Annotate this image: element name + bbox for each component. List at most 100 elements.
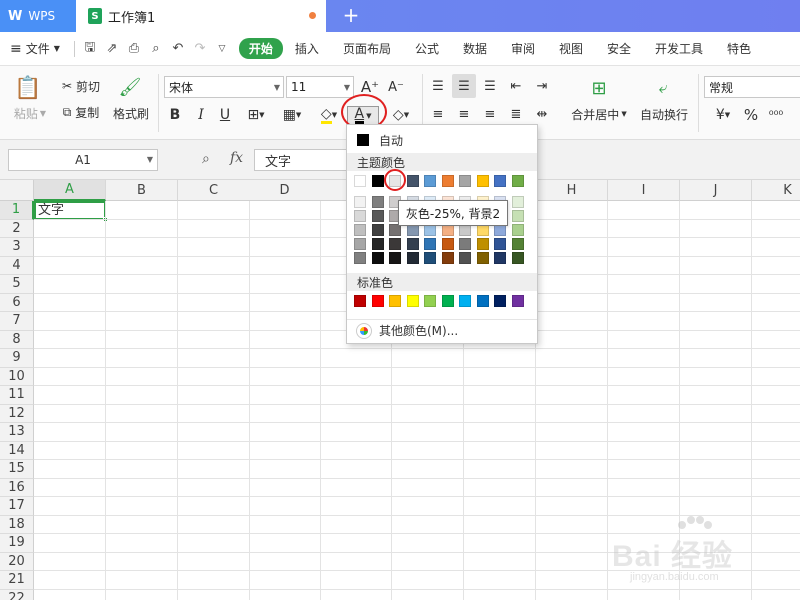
merge-center-button[interactable]: 合并居中 ▼ [566,104,632,124]
clear-format-icon[interactable]: ◇ ▼ [386,104,416,126]
distributed-icon[interactable]: ⇹ [532,104,552,124]
copy-button[interactable]: ⧉ 复制 [56,102,106,122]
undo-icon[interactable]: ↶ [167,41,189,56]
thousands-separator-icon[interactable]: ⁰⁰⁰ [766,104,786,126]
standard-color-swatch[interactable] [424,295,436,307]
theme-color-swatch[interactable] [389,175,401,187]
justify-icon[interactable]: ≣ [506,104,526,124]
align-top-icon[interactable]: ☰ [428,76,448,96]
row-header-3[interactable]: 3 [0,238,34,257]
underline-icon[interactable]: U [216,104,234,126]
tab-insert[interactable]: 插入 [283,40,331,57]
theme-shade-swatch[interactable] [371,238,384,250]
row-header-7[interactable]: 7 [0,312,34,331]
font-size-select[interactable]: 11 ▼ [286,76,354,98]
theme-shade-swatch[interactable] [424,252,436,264]
theme-shade-swatch[interactable] [459,252,471,264]
zoom-icon[interactable]: ⌕ [202,151,210,167]
borders-icon[interactable]: ⊞ ▼ [240,104,272,126]
theme-shade-swatch[interactable] [494,252,506,264]
currency-icon[interactable]: ¥ ▼ [706,104,740,126]
row-header-11[interactable]: 11 [0,386,34,405]
column-header-b[interactable]: B [106,180,178,201]
wrap-text-button[interactable]: 自动换行 [636,104,692,124]
theme-shade-swatch[interactable] [511,224,524,236]
row-header-2[interactable]: 2 [0,219,34,238]
cut-button[interactable]: ✂ 剪切 [56,76,106,96]
align-bottom-icon[interactable]: ☰ [480,76,500,96]
theme-color-swatch[interactable] [424,175,436,187]
auto-color-item[interactable]: 自动 [347,129,537,151]
select-all-corner[interactable] [0,180,34,201]
tab-home[interactable]: 开始 [238,38,283,59]
function-icon[interactable]: fx [230,150,243,166]
theme-shade-swatch[interactable] [354,224,366,236]
name-box[interactable]: A1 ▼ [8,149,158,171]
cell-style-icon[interactable]: ▦ ▼ [276,104,308,126]
theme-shade-swatch[interactable] [424,238,436,250]
tab-review[interactable]: 审阅 [499,40,547,57]
print-preview-icon[interactable]: ⌕ [145,41,167,56]
paste-icon[interactable]: 📋 [10,74,46,102]
column-header-a[interactable]: A [34,180,106,201]
theme-color-swatch[interactable] [354,175,366,187]
theme-shade-swatch[interactable] [389,238,401,250]
standard-color-swatch[interactable] [406,295,419,307]
quick-access-more-icon[interactable]: ▽ [211,44,233,54]
row-header-14[interactable]: 14 [0,441,34,460]
row-header-1[interactable]: 1 [0,201,34,220]
row-header-12[interactable]: 12 [0,404,34,423]
increase-indent-icon[interactable]: ⇥ [532,76,552,96]
theme-shade-swatch[interactable] [354,252,366,264]
row-header-18[interactable]: 18 [0,515,34,534]
theme-color-swatch[interactable] [406,175,419,187]
theme-shade-swatch[interactable] [371,210,384,222]
theme-shade-swatch[interactable] [511,210,524,222]
row-header-6[interactable]: 6 [0,293,34,312]
row-header-10[interactable]: 10 [0,367,34,386]
column-header-c[interactable]: C [178,180,250,201]
row-header-15[interactable]: 15 [0,460,34,479]
file-menu-button[interactable]: ≡ 文件 ▼ [0,40,70,57]
theme-shade-swatch[interactable] [354,196,366,208]
tab-features[interactable]: 特色 [715,40,763,57]
standard-color-swatch[interactable] [511,295,524,307]
theme-shade-swatch[interactable] [371,224,384,236]
column-header-k[interactable]: K [752,180,800,201]
font-name-select[interactable]: 宋体 ▼ [164,76,284,98]
align-middle-icon[interactable]: ☰ [452,74,476,98]
align-left-icon[interactable]: ≡ [428,104,448,124]
theme-color-swatch[interactable] [511,175,524,187]
tab-page-layout[interactable]: 页面布局 [331,40,403,57]
percent-button[interactable]: % [742,104,760,126]
row-header-19[interactable]: 19 [0,534,34,553]
theme-shade-swatch[interactable] [406,252,419,264]
column-header-h[interactable]: H [536,180,608,201]
row-header-8[interactable]: 8 [0,330,34,349]
standard-color-swatch[interactable] [371,295,384,307]
theme-color-swatch[interactable] [441,175,454,187]
print-icon[interactable]: ⎙ [123,41,145,56]
theme-shade-swatch[interactable] [354,210,366,222]
new-tab-button[interactable]: + [340,4,362,26]
number-format-select[interactable]: 常规 [704,76,800,98]
theme-shade-swatch[interactable] [389,252,401,264]
save-icon[interactable]: 🖫 [79,38,101,60]
standard-color-swatch[interactable] [459,295,471,307]
more-colors-item[interactable]: 其他颜色(M)... [347,319,537,341]
theme-shade-swatch[interactable] [371,252,384,264]
theme-shade-swatch[interactable] [511,196,524,208]
theme-shade-swatch[interactable] [476,252,489,264]
wrap-text-icon[interactable]: ⤶ [650,76,676,100]
decrease-font-icon[interactable]: A⁻ [386,76,406,98]
theme-shade-swatch[interactable] [511,252,524,264]
cell-a1[interactable]: 文字 [34,201,108,222]
align-center-icon[interactable]: ≡ [454,104,474,124]
row-header-22[interactable]: 22 [0,589,34,600]
merge-center-icon[interactable]: ⊞ [586,76,612,100]
tab-developer[interactable]: 开发工具 [643,40,715,57]
theme-shade-swatch[interactable] [476,238,489,250]
theme-shade-swatch[interactable] [459,238,471,250]
standard-color-swatch[interactable] [441,295,454,307]
italic-icon[interactable]: I [192,104,210,126]
